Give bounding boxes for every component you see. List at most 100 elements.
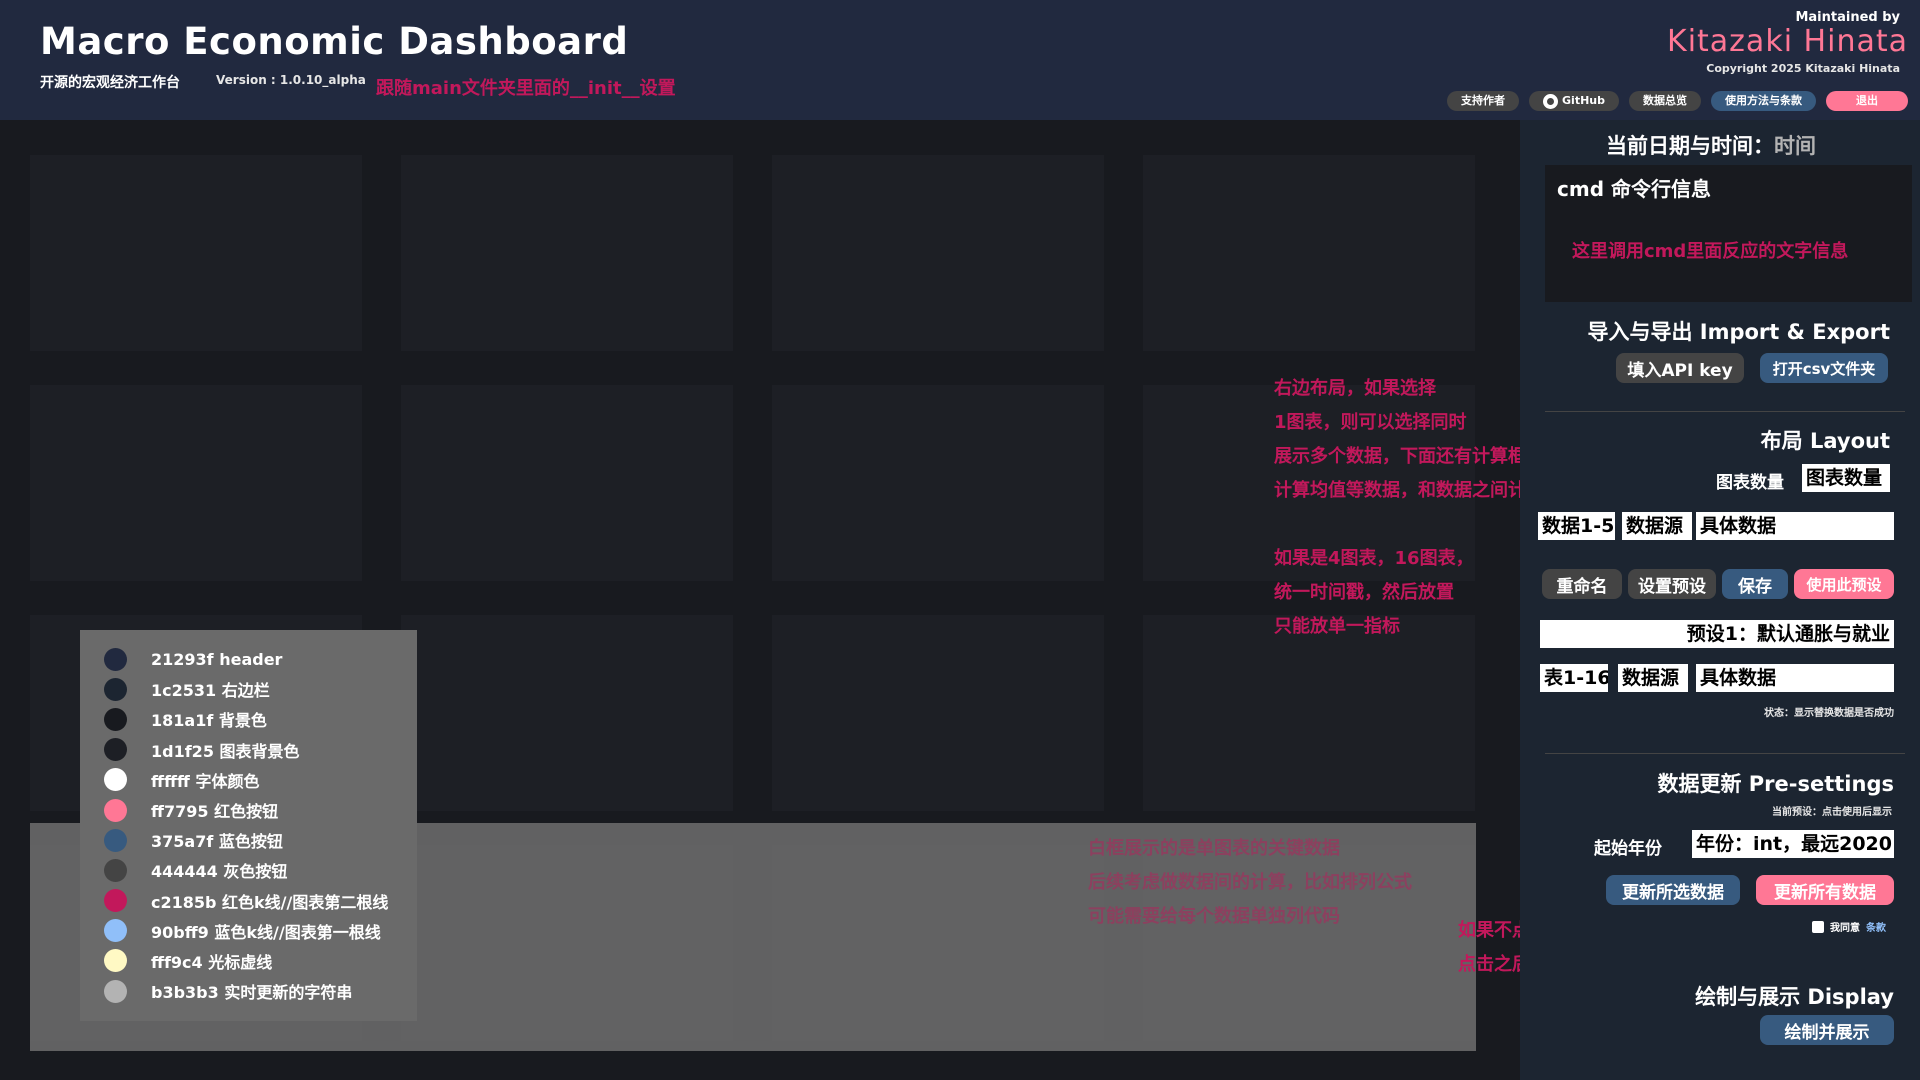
draw-display-button[interactable]: 绘制并展示 [1760, 1015, 1894, 1045]
palette-label: ffffff 字体颜色 [151, 771, 260, 791]
color-swatch [104, 889, 127, 913]
start-year-label: 起始年份 [1594, 839, 1662, 859]
palette-label: 444444 灰色按钮 [151, 862, 288, 882]
color-swatch [104, 949, 127, 973]
divider [1545, 411, 1905, 412]
agree-terms-checkbox-row[interactable]: 我同意 条款 [1812, 919, 1886, 934]
divider [1545, 753, 1905, 754]
palette-label: 1d1f25 图表背景色 [151, 741, 300, 761]
update-all-button[interactable]: 更新所有数据 [1756, 875, 1894, 905]
agree-label: 我同意 [1830, 923, 1860, 934]
note-line: 右边布局，如果选择 [1274, 378, 1436, 399]
chart-cell[interactable] [772, 615, 1104, 811]
current-preset-text: 当前预设：点击使用后显示 [1772, 807, 1892, 818]
chart-cell[interactable] [30, 155, 362, 351]
version-label: Version : 1.0.10_alpha [216, 73, 366, 87]
note-line: 白框展示的是单图表的关键数据 [1088, 838, 1340, 859]
import-export-title: 导入与导出 Import & Export [1587, 320, 1890, 344]
color-swatch [104, 919, 127, 943]
note-line: 如果是4图表，16图表， [1274, 548, 1474, 569]
table-source-select[interactable]: 数据源 [1618, 664, 1688, 692]
github-label: GitHub [1562, 94, 1605, 107]
palette-row: fff9c4 光标虚线 [104, 946, 417, 976]
note-line: 1图表，则可以选择同时 [1274, 412, 1467, 433]
palette-label: 21293f header [151, 649, 283, 669]
color-swatch [104, 677, 127, 701]
palette-row: c2185b 红色k线//图表第二根线 [104, 886, 417, 916]
set-preset-button[interactable]: 设置预设 [1628, 569, 1716, 599]
terms-link[interactable]: 条款 [1866, 919, 1886, 934]
note-line: 展示多个数据，下面还有计算框 [1274, 446, 1526, 467]
datetime-display: 当前日期与时间：时间 [1606, 130, 1816, 160]
github-icon [1543, 93, 1559, 109]
chart-cell[interactable] [772, 155, 1104, 351]
palette-label: 181a1f 背景色 [151, 711, 267, 731]
color-swatch [104, 647, 127, 671]
author-name: Kitazaki Hinata [1667, 24, 1908, 59]
palette-row: ffffff 字体颜色 [104, 765, 417, 795]
save-button[interactable]: 保存 [1722, 569, 1788, 599]
palette-row: b3b3b3 实时更新的字符串 [104, 976, 417, 1006]
color-swatch [104, 738, 127, 762]
palette-label: 375a7f 蓝色按钮 [151, 832, 283, 852]
chart-cell[interactable] [401, 385, 733, 581]
maintained-by-label: Maintained by [1795, 10, 1900, 25]
chart-count-label: 图表数量 [1716, 473, 1784, 493]
palette-label: fff9c4 光标虚线 [151, 952, 273, 972]
chart-cell[interactable] [772, 385, 1104, 581]
chart-cell[interactable] [30, 385, 362, 581]
palette-row: 444444 灰色按钮 [104, 855, 417, 885]
cmd-output-box: cmd 命令行信息 这里调用cmd里面反应的文字信息 [1545, 165, 1912, 302]
palette-row: 375a7f 蓝色按钮 [104, 825, 417, 855]
cmd-message: 这里调用cmd里面反应的文字信息 [1572, 241, 1849, 262]
cmd-title: cmd 命令行信息 [1557, 177, 1711, 201]
chart-cell[interactable] [1143, 615, 1475, 811]
open-csv-button[interactable]: 打开csv文件夹 [1760, 353, 1888, 383]
chart-cell[interactable] [401, 615, 733, 811]
rename-button[interactable]: 重命名 [1542, 569, 1622, 599]
specific-data-select[interactable]: 具体数据 [1696, 512, 1894, 540]
table-data-select[interactable]: 具体数据 [1696, 664, 1894, 692]
note-line: 只能放单一指标 [1274, 616, 1400, 637]
palette-label: 90bff9 蓝色k线//图表第一根线 [151, 922, 381, 942]
use-preset-button[interactable]: 使用此预设 [1794, 569, 1894, 599]
update-selected-button[interactable]: 更新所选数据 [1606, 875, 1740, 905]
palette-label: b3b3b3 实时更新的字符串 [151, 983, 353, 1003]
terms-button[interactable]: 使用方法与条款 [1711, 91, 1816, 111]
chart-count-select[interactable]: 图表数量 [1802, 464, 1890, 492]
note-line: 可能需要给每个数据单独列代码 [1088, 906, 1340, 927]
app-subtitle: 开源的宏观经济工作台 [40, 75, 180, 91]
color-swatch [104, 707, 127, 731]
data-index-select[interactable]: 数据1-5 [1538, 512, 1615, 540]
github-button[interactable]: GitHub [1529, 91, 1619, 111]
support-author-button[interactable]: 支持作者 [1447, 91, 1520, 111]
header-buttons: 支持作者 GitHub 数据总览 使用方法与条款 退出 [1447, 91, 1908, 111]
palette-row: 90bff9 蓝色k线//图表第一根线 [104, 916, 417, 946]
note-line: 计算均值等数据，和数据之间计算 [1274, 480, 1544, 501]
status-text: 状态：显示替换数据是否成功 [1764, 708, 1894, 719]
color-swatch [104, 798, 127, 822]
chart-cell[interactable] [1143, 155, 1475, 351]
start-year-input[interactable]: 年份：int，最远2020 [1692, 830, 1894, 858]
init-note: 跟随main文件夹里面的__init__设置 [376, 78, 676, 99]
data-overview-button[interactable]: 数据总览 [1629, 91, 1701, 111]
color-swatch [104, 828, 127, 852]
palette-row: 21293f header [104, 644, 417, 674]
color-swatch [104, 858, 127, 882]
update-title: 数据更新 Pre-settings [1657, 772, 1894, 796]
note-spacer [1274, 508, 1544, 542]
exit-button[interactable]: 退出 [1826, 91, 1908, 111]
color-swatch [104, 979, 127, 1003]
palette-label: ff7795 红色按钮 [151, 802, 279, 822]
note-line: 后续考虑做数据间的计算，比如排列公式 [1088, 872, 1412, 893]
table-index-select[interactable]: 表1-16 [1540, 664, 1608, 692]
header: Macro Economic Dashboard 开源的宏观经济工作台 Vers… [0, 0, 1920, 120]
api-key-button[interactable]: 填入API key [1616, 353, 1744, 383]
agree-checkbox[interactable] [1812, 920, 1824, 933]
color-swatch [104, 768, 127, 792]
data-source-select[interactable]: 数据源 [1622, 512, 1692, 540]
app-title: Macro Economic Dashboard [40, 20, 629, 63]
chart-cell[interactable] [401, 155, 733, 351]
copyright-label: Copyright 2025 Kitazaki Hinata [1706, 62, 1900, 75]
preset-select[interactable]: 预设1：默认通胀与就业 [1540, 620, 1894, 648]
